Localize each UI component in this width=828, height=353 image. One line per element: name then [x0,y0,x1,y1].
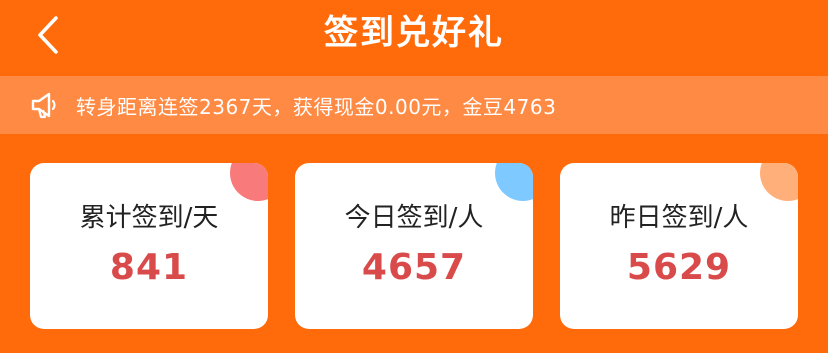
stat-value: 5629 [626,247,732,288]
stat-label: 今日签到/人 [344,203,484,233]
stat-label: 累计签到/天 [79,203,219,233]
stat-value: 841 [109,247,189,288]
stat-card-yesterday: 昨日签到/人 5629 [560,163,798,329]
header-bar: 签到兑好礼 [0,0,828,72]
megaphone-icon [30,87,66,123]
stat-label: 昨日签到/人 [609,203,749,233]
stat-card-total: 累计签到/天 841 [30,163,268,329]
notice-bar: 转身距离连签2367天，获得现金0.00元，金豆4763 [0,76,828,134]
decor-dot [760,163,798,201]
decor-dot [495,163,533,201]
notice-text: 转身距离连签2367天，获得现金0.00元，金豆4763 [76,94,557,119]
decor-dot [230,163,268,201]
stat-value: 4657 [361,247,467,288]
stat-card-today: 今日签到/人 4657 [295,163,533,329]
page-title: 签到兑好礼 [324,13,504,53]
stats-cards: 累计签到/天 841 今日签到/人 4657 昨日签到/人 5629 [0,163,828,333]
